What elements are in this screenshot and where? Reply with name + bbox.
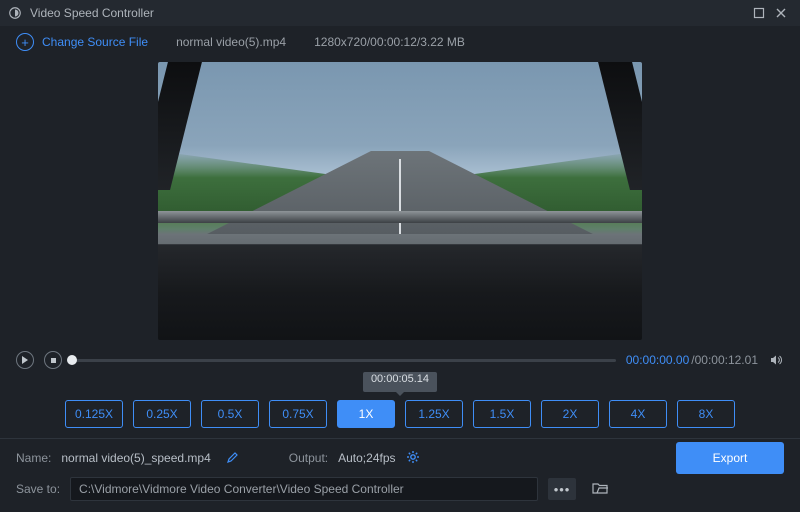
speed-button-0-5x[interactable]: 0.5X	[201, 400, 259, 428]
speed-button-0-75x[interactable]: 0.75X	[269, 400, 327, 428]
export-label: Export	[713, 451, 748, 465]
duration-time: /00:00:12.01	[691, 353, 758, 367]
speed-button-0-125x[interactable]: 0.125X	[65, 400, 123, 428]
output-format-value: Auto;24fps	[338, 451, 395, 465]
speed-button-8x[interactable]: 8X	[677, 400, 735, 428]
save-row: Save to: C:\Vidmore\Vidmore Video Conver…	[0, 471, 800, 511]
source-bar: + Change Source File normal video(5).mp4…	[0, 26, 800, 58]
stop-button[interactable]	[44, 351, 62, 369]
name-label: Name:	[16, 451, 51, 465]
plus-circle-icon: +	[16, 33, 34, 51]
app-logo-icon	[8, 6, 22, 20]
source-filename: normal video(5).mp4	[176, 35, 286, 49]
save-path-value: C:\Vidmore\Vidmore Video Converter\Video…	[79, 482, 404, 496]
source-metadata: 1280x720/00:00:12/3.22 MB	[314, 35, 465, 49]
browse-path-button[interactable]: •••	[548, 478, 576, 500]
speed-button-2x[interactable]: 2X	[541, 400, 599, 428]
play-button[interactable]	[16, 351, 34, 369]
titlebar: Video Speed Controller	[0, 0, 800, 26]
time-display: 00:00:00.00 /00:00:12.01	[626, 353, 758, 367]
seek-thumb[interactable]	[67, 355, 77, 365]
change-source-button[interactable]: + Change Source File	[16, 33, 148, 51]
output-label: Output:	[289, 451, 328, 465]
save-path-input[interactable]: C:\Vidmore\Vidmore Video Converter\Video…	[70, 477, 538, 501]
output-settings-icon[interactable]	[406, 450, 420, 467]
output-row: Name: normal video(5)_speed.mp4 Output: …	[0, 439, 800, 471]
time-tooltip: 00:00:05.14	[363, 372, 437, 392]
change-source-label: Change Source File	[42, 35, 148, 49]
video-preview[interactable]	[158, 62, 642, 340]
volume-icon[interactable]	[768, 352, 784, 368]
transport-bar: 00:00:00.00 /00:00:12.01	[0, 346, 800, 372]
speed-button-1-5x[interactable]: 1.5X	[473, 400, 531, 428]
maximize-button[interactable]	[748, 2, 770, 24]
speed-button-4x[interactable]: 4X	[609, 400, 667, 428]
speed-button-0-25x[interactable]: 0.25X	[133, 400, 191, 428]
export-button[interactable]: Export	[676, 442, 784, 474]
edit-name-icon[interactable]	[227, 451, 239, 466]
speed-button-1-25x[interactable]: 1.25X	[405, 400, 463, 428]
seek-track[interactable]	[72, 359, 616, 362]
close-button[interactable]	[770, 2, 792, 24]
save-to-label: Save to:	[16, 482, 60, 496]
current-time: 00:00:00.00	[626, 353, 689, 367]
output-name-value: normal video(5)_speed.mp4	[61, 451, 210, 465]
open-folder-icon[interactable]	[592, 481, 608, 498]
speed-button-1x[interactable]: 1X	[337, 400, 395, 428]
window-title: Video Speed Controller	[30, 6, 154, 20]
